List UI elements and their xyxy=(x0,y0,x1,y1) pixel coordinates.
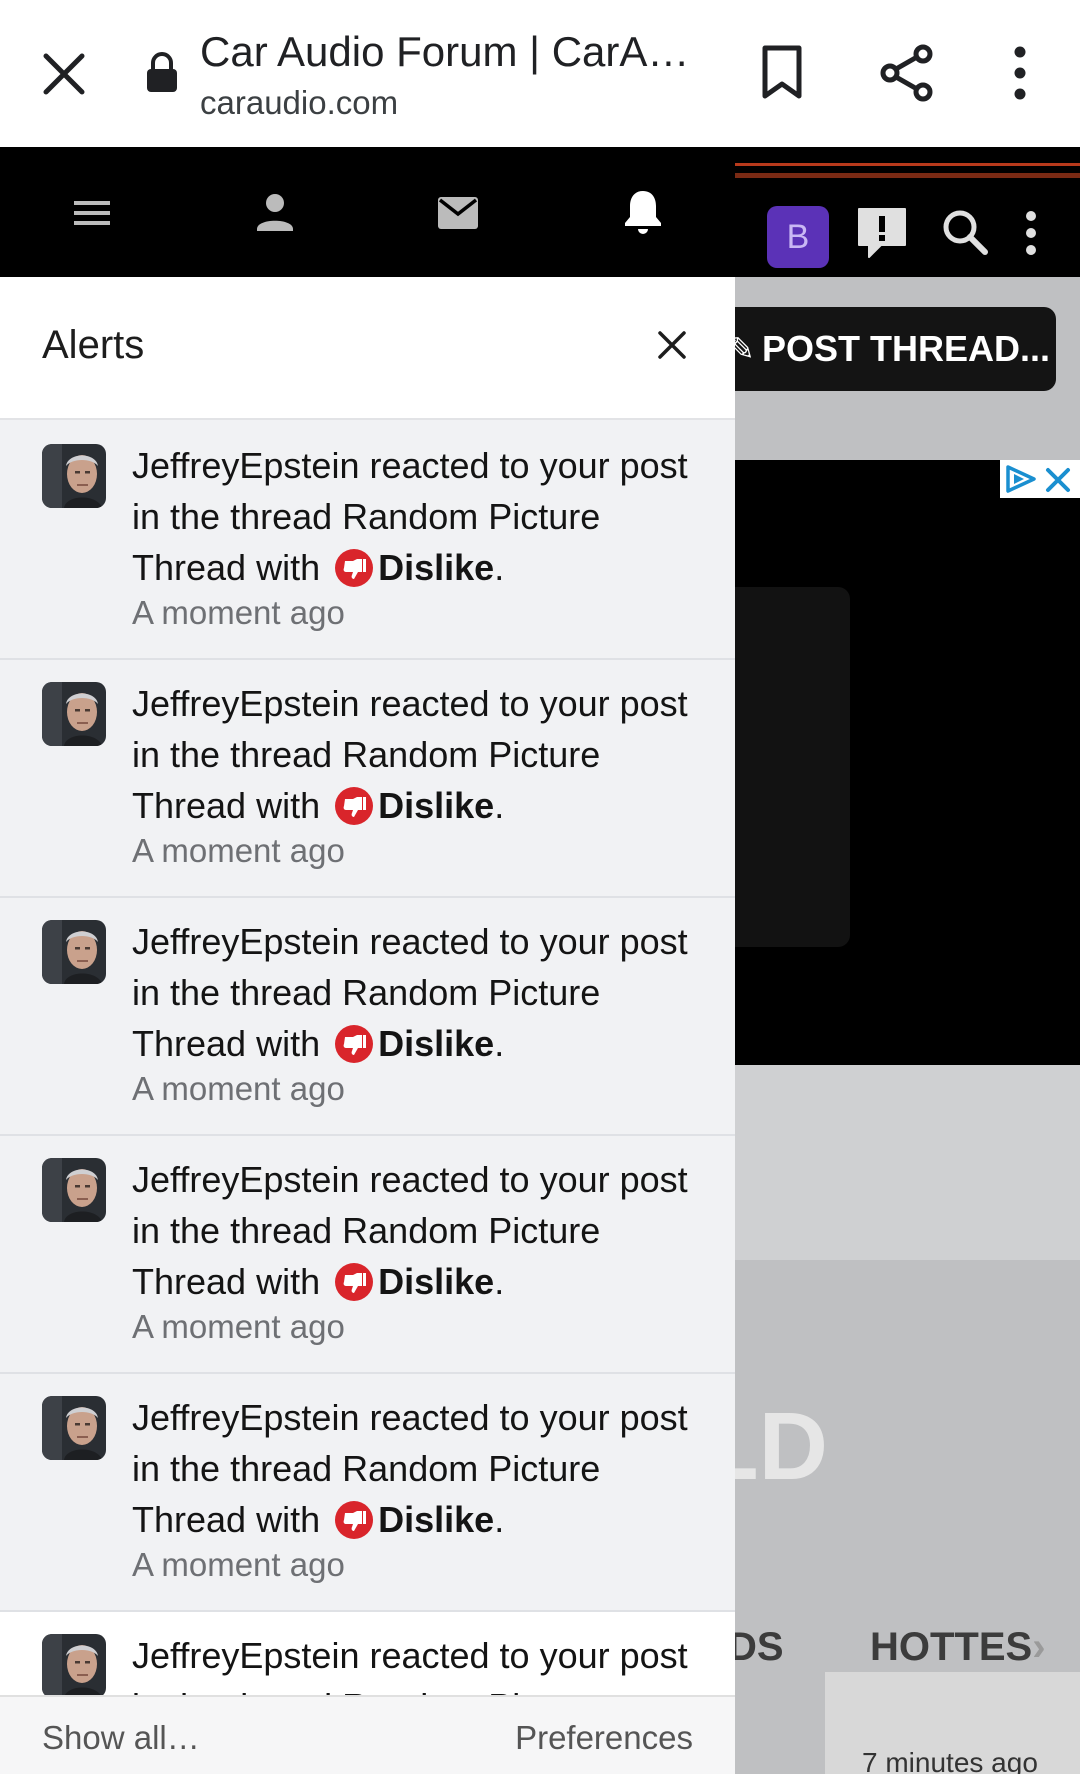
alert-text: JeffreyEpstein reacted to your post in t… xyxy=(132,916,712,1069)
close-icon[interactable] xyxy=(1044,466,1072,494)
reaction-label: Dislike xyxy=(378,1261,495,1302)
alert-item[interactable]: JeffreyEpstein reacted to your post in t… xyxy=(0,660,735,898)
alert-period: . xyxy=(494,785,505,826)
alert-with: with xyxy=(246,785,331,826)
reaction-label: Dislike xyxy=(378,785,495,826)
alert-username[interactable]: JeffreyEpstein xyxy=(132,921,359,962)
alerts-footer: Show all… Preferences xyxy=(0,1695,735,1774)
page-title: Car Audio Forum | CarAu... xyxy=(200,28,690,75)
avatar-photo-icon xyxy=(42,444,106,508)
avatar[interactable] xyxy=(42,1396,106,1460)
browser-toolbar: Car Audio Forum | CarAu... caraudio.com xyxy=(0,0,1080,147)
alert-item[interactable]: JeffreyEpstein reacted to your post in t… xyxy=(0,422,735,660)
dislike-icon xyxy=(335,1025,374,1063)
alerts-drawer: Alerts JeffreyEpstein reacted to your po… xyxy=(0,147,735,1774)
alert-list: JeffreyEpstein reacted to your post in t… xyxy=(0,422,735,1774)
dislike-icon xyxy=(335,787,374,825)
avatar[interactable] xyxy=(42,920,106,984)
alert-username[interactable]: JeffreyEpstein xyxy=(132,1635,359,1676)
alert-text: JeffreyEpstein reacted to your post in t… xyxy=(132,1154,712,1307)
more-vert-icon[interactable] xyxy=(1005,44,1035,102)
mail-icon[interactable] xyxy=(428,183,488,243)
alert-item[interactable]: JeffreyEpstein reacted to your post in t… xyxy=(0,1136,735,1374)
alerts-header: Alerts xyxy=(0,277,735,420)
ad-choices-icon[interactable] xyxy=(1004,464,1038,494)
alert-period: . xyxy=(494,1499,505,1540)
drawer-nav xyxy=(0,147,735,277)
chevron-right-icon[interactable]: › xyxy=(1032,1625,1045,1669)
bookmark-icon[interactable] xyxy=(757,44,807,100)
ad-choices[interactable] xyxy=(1000,460,1080,498)
avatar-photo-icon xyxy=(42,920,106,984)
alert-timestamp: A moment ago xyxy=(132,1070,345,1107)
alert-icon[interactable] xyxy=(855,205,909,261)
reaction-label: Dislike xyxy=(378,1023,495,1064)
alert-with: with xyxy=(246,547,331,588)
header-stripe xyxy=(735,173,1080,178)
reaction-label: Dislike xyxy=(378,1499,495,1540)
avatar-photo-icon xyxy=(42,1634,106,1698)
search-icon[interactable] xyxy=(940,207,990,257)
alert-text: JeffreyEpstein reacted to your post in t… xyxy=(132,678,712,831)
alert-timestamp: A moment ago xyxy=(132,1308,345,1345)
show-all-link[interactable]: Show all… xyxy=(42,1719,200,1757)
avatar[interactable] xyxy=(42,1634,106,1698)
alert-period: . xyxy=(494,547,505,588)
more-vert-icon[interactable] xyxy=(1022,209,1040,257)
tab-new-threads[interactable]: DS xyxy=(728,1625,784,1670)
avatar[interactable] xyxy=(42,444,106,508)
header-stripe xyxy=(735,163,1080,166)
share-icon[interactable] xyxy=(878,44,936,102)
tab-hottest-label: HOTTES xyxy=(870,1625,1033,1669)
alerts-title: Alerts xyxy=(42,323,145,367)
dislike-icon xyxy=(335,1501,374,1539)
alert-username[interactable]: JeffreyEpstein xyxy=(132,1397,359,1438)
post-thread-button[interactable]: ✎ POST THREAD... xyxy=(700,307,1056,391)
tab-hottest[interactable]: HOTTES› xyxy=(870,1625,1046,1670)
alert-timestamp: A moment ago xyxy=(132,1546,345,1583)
avatar-photo-icon xyxy=(42,1158,106,1222)
alert-username[interactable]: JeffreyEpstein xyxy=(132,683,359,724)
alert-item[interactable]: JeffreyEpstein reacted to your post in t… xyxy=(0,1374,735,1612)
alert-text: JeffreyEpstein reacted to your post in t… xyxy=(132,1392,712,1545)
menu-icon[interactable] xyxy=(62,183,122,243)
alert-timestamp: A moment ago xyxy=(132,594,345,631)
avatar-photo-icon xyxy=(42,682,106,746)
avatar[interactable] xyxy=(42,682,106,746)
dislike-icon xyxy=(335,1263,374,1301)
close-icon[interactable] xyxy=(38,48,90,100)
alert-timestamp: A moment ago xyxy=(132,832,345,869)
page-url[interactable]: caraudio.com xyxy=(200,84,398,122)
user-avatar[interactable]: B xyxy=(767,206,829,268)
alert-username[interactable]: JeffreyEpstein xyxy=(132,1159,359,1200)
alert-period: . xyxy=(494,1261,505,1302)
avatar-photo-icon xyxy=(42,1396,106,1460)
alert-with: with xyxy=(246,1499,331,1540)
avatar[interactable] xyxy=(42,1158,106,1222)
dislike-icon xyxy=(335,549,374,587)
alert-period: . xyxy=(494,1023,505,1064)
lock-icon xyxy=(147,52,177,92)
preferences-link[interactable]: Preferences xyxy=(515,1719,693,1757)
alert-item[interactable]: JeffreyEpstein reacted to your post in t… xyxy=(0,898,735,1136)
alert-with: with xyxy=(246,1261,331,1302)
reaction-label: Dislike xyxy=(378,547,495,588)
content-block xyxy=(700,1065,1080,1260)
alert-with: with xyxy=(246,1023,331,1064)
alert-username[interactable]: JeffreyEpstein xyxy=(132,445,359,486)
thread-timestamp: 7 minutes ago xyxy=(862,1747,1038,1774)
alert-text: JeffreyEpstein reacted to your post in t… xyxy=(132,440,712,593)
bell-icon[interactable] xyxy=(613,183,673,243)
post-thread-label: POST THREAD... xyxy=(762,328,1051,369)
user-icon[interactable] xyxy=(245,183,305,243)
close-icon[interactable] xyxy=(652,325,692,365)
